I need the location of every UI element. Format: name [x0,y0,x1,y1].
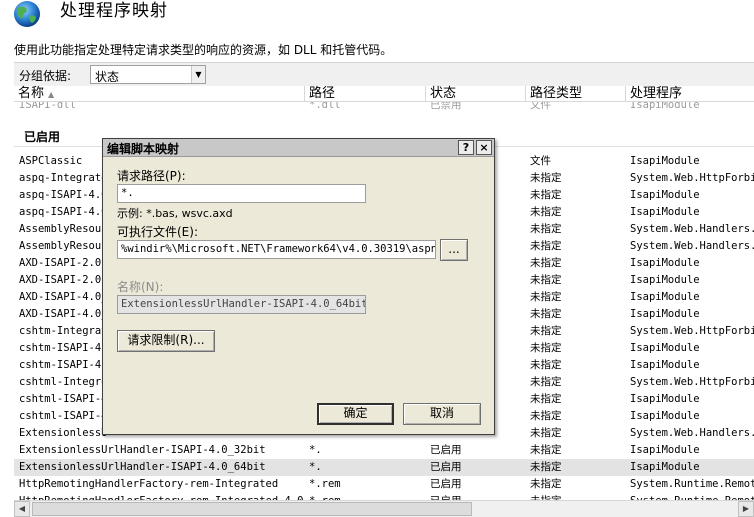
cell-handler: System.Runtime.Remoti [630,493,754,500]
group-by-select[interactable]: 状态 ▼ [90,65,206,84]
cell-handler: IsapiModule [630,410,700,422]
table-header: 名称 ▲ 路径 状态 路径类型 处理程序 [14,86,754,102]
cell-ptype: 未指定 [530,359,562,371]
dialog-title: 编辑脚本映射 [107,142,180,156]
cell-ptype: 未指定 [530,189,562,201]
ok-button[interactable]: 确定 [317,403,394,425]
executable-label: 可执行文件(E): [117,225,198,239]
cell-handler: IsapiModule [630,206,700,218]
cell-path: *.rem [309,493,424,500]
cell-ptype: 未指定 [530,291,562,303]
cell-ptype: 未指定 [530,308,562,320]
cell-ptype: 未指定 [530,206,562,218]
edit-script-map-dialog: 编辑脚本映射 ? × 请求路径(P): *. 示例: *.bas, wsvc.a… [102,138,495,435]
cell-name: HttpRemotingHandlerFactory-rem-Integrate… [19,493,304,500]
cell-handler: System.Web.Handlers. [630,427,754,439]
example-text: 示例: *.bas, wsvc.axd [117,207,233,220]
column-header-path-type[interactable]: 路径类型 [526,86,626,101]
cell-handler: IsapiModule [630,342,700,354]
cell-status: 已启用 [430,444,462,456]
cell-ptype: 未指定 [530,427,562,439]
scroll-right-icon[interactable]: ▶ [738,501,754,517]
name-label: 名称(N): [117,280,164,294]
table-row[interactable]: HttpRemotingHandlerFactory-rem-Integrate… [14,476,754,493]
cell-ptype: 未指定 [530,393,562,405]
chevron-down-icon[interactable]: ▼ [191,66,205,83]
cancel-button[interactable]: 取消 [403,403,481,425]
cell-handler: IsapiModule [630,461,700,473]
request-path-label: 请求路径(P): [117,169,186,183]
cell-handler: IsapiModule [630,291,700,303]
cell-handler: System.Web.Handlers. [630,223,754,235]
cell-ptype: 未指定 [530,493,625,500]
browse-button[interactable]: ... [440,239,468,261]
cell-ptype: 未指定 [530,223,562,235]
page-title: 处理程序映射 [60,1,168,21]
cell-status: 已启用 [430,478,462,490]
cell-ptype: 未指定 [530,410,562,422]
cell-handler: IsapiModule [630,257,700,269]
cell-handler: IsapiModule [630,393,700,405]
cell-handler: System.Web.Handlers. [630,240,754,252]
cell-ptype: 未指定 [530,240,562,252]
globe-icon [14,1,40,27]
cell-handler: System.Web.HttpForbi [630,325,754,337]
group-by-value: 状态 [95,70,120,84]
scroll-left-icon[interactable]: ◀ [14,501,30,517]
cell-handler: IsapiModule [630,155,700,167]
cell-ptype: 未指定 [530,257,562,269]
cell-ptype: 未指定 [530,444,562,456]
dialog-titlebar[interactable]: 编辑脚本映射 ? × [103,139,494,157]
help-icon[interactable]: ? [458,140,474,155]
group-by-toolbar: 分组依据: 状态 ▼ [14,62,754,86]
cell-ptype: 未指定 [530,461,562,473]
cell-status: 已启用 [430,493,525,500]
cell-handler: IsapiModule [630,274,700,286]
request-path-input[interactable]: *. [117,184,366,203]
cell-ptype: 未指定 [530,274,562,286]
dialog-body: 请求路径(P): *. 示例: *.bas, wsvc.axd 可执行文件(E)… [103,158,494,434]
cell-ptype: 文件 [530,155,551,167]
sort-ascending-icon: ▲ [48,90,55,99]
column-header-path[interactable]: 路径 [305,86,426,101]
cell-path: *.rem [309,478,341,490]
cell-ptype: 未指定 [530,325,562,337]
cell-path: *. [309,444,322,456]
cell-status: 已启用 [430,461,462,473]
cell-handler: IsapiModule [630,444,700,456]
cell-name: HttpRemotingHandlerFactory-rem-Integrate… [19,478,279,490]
cell-handler: System.Web.HttpForbi [630,376,754,388]
cell-handler: IsapiModule [630,189,700,201]
table-row[interactable]: ISAPI-dll *.dll 已禁用 文件 IsapiModule [14,102,754,114]
scrollbar-thumb[interactable] [32,502,472,516]
cell-handler: IsapiModule [630,308,700,320]
page-description: 使用此功能指定处理特定请求类型的响应的资源，如 DLL 和托管代码。 [14,43,393,57]
cell-handler: System.Runtime.Remoti [630,478,754,490]
group-header-enabled: 已启用 [24,130,61,144]
column-header-status[interactable]: 状态 [426,86,526,101]
table-row[interactable]: HttpRemotingHandlerFactory-rem-Integrate… [14,493,754,500]
group-by-label: 分组依据: [19,69,72,83]
name-input[interactable]: ExtensionlessUrlHandler-ISAPI-4.0_64bit [117,295,366,314]
column-header-name[interactable]: 名称 ▲ [14,86,305,101]
cell-ptype: 未指定 [530,342,562,354]
cell-name: ExtensionlessUrlHandler-ISAPI-4.0_64bit [19,461,266,473]
cell-name: ExtensionlessUrlHandler-ISAPI-4.0_32bit [19,444,266,456]
cell-handler: System.Web.HttpForbi [630,172,754,184]
close-icon[interactable]: × [476,140,492,155]
executable-input[interactable]: %windir%\Microsoft.NET\Framework64\v4.0.… [117,240,436,259]
cell-ptype: 未指定 [530,376,562,388]
cell-ptype: 未指定 [530,172,562,184]
column-header-handler[interactable]: 处理程序 [626,86,754,101]
cell-handler: IsapiModule [630,359,700,371]
horizontal-scrollbar[interactable]: ◀ ▶ [14,500,754,517]
cell-ptype: 未指定 [530,478,562,490]
table-row[interactable]: ExtensionlessUrlHandler-ISAPI-4.0_64bit *… [14,459,754,476]
cell-path: *. [309,461,322,473]
table-row[interactable]: ExtensionlessUrlHandler-ISAPI-4.0_32bit *… [14,442,754,459]
request-restrictions-button[interactable]: 请求限制(R)... [117,330,215,352]
